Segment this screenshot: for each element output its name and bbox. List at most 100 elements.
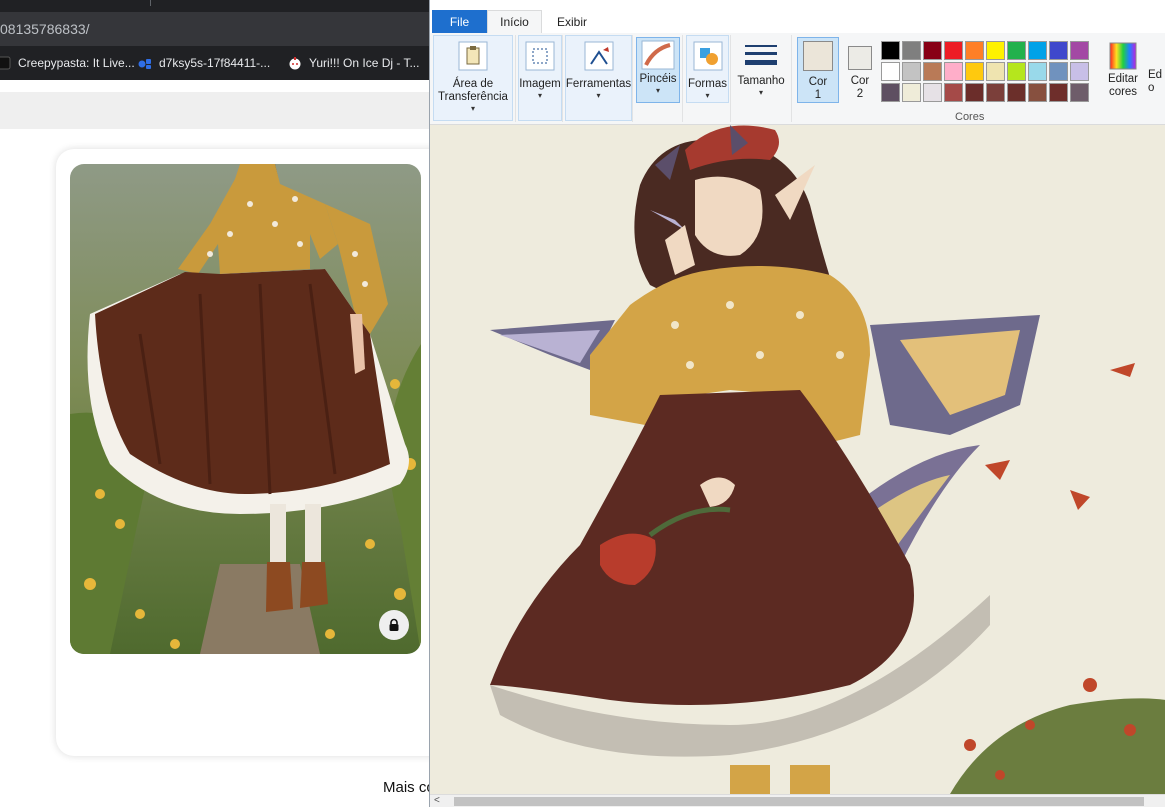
bookmark-favicon-icon [0, 56, 11, 70]
ribbon: Área de Transferência ▾ Imagem ▾ Ferrame… [430, 33, 1165, 125]
horizontal-scrollbar[interactable]: < [430, 794, 1165, 807]
bookmarks-bar: Creepypasta: It Live... d7ksy5s-17f84411… [0, 46, 430, 80]
canvas-drawing-dragon-girl [430, 125, 1165, 794]
clipboard-icon [458, 41, 488, 71]
colors-group-label: Cores [955, 111, 985, 123]
brush-icon [641, 40, 675, 70]
bookmark-d7ksy5s[interactable]: d7ksy5s-17f84411-... [138, 54, 270, 72]
edit-colors-button[interactable]: Editar cores [1100, 37, 1146, 103]
palette-swatch[interactable] [1028, 41, 1047, 60]
scrollbar-thumb[interactable] [454, 797, 1144, 806]
url-text[interactable]: 08135786833/ [0, 21, 90, 37]
shapes-button[interactable]: Formas ▾ [686, 35, 729, 103]
palette-swatch[interactable] [1049, 83, 1068, 102]
color2-swatch [848, 46, 872, 70]
palette-swatch[interactable] [1028, 62, 1047, 81]
tab-file[interactable]: File [432, 10, 487, 33]
tab-separator [150, 0, 151, 6]
color1-button[interactable]: Cor 1 [797, 37, 839, 103]
palette-swatch[interactable] [923, 83, 942, 102]
palette-swatch[interactable] [1070, 41, 1089, 60]
palette-swatch[interactable] [923, 41, 942, 60]
shapes-icon [693, 41, 722, 71]
palette-swatch[interactable] [881, 83, 900, 102]
address-bar[interactable]: 08135786833/ [0, 12, 430, 46]
palette-swatch[interactable] [965, 62, 984, 81]
palette-swatch[interactable] [1070, 83, 1089, 102]
palette-swatch[interactable] [1007, 83, 1026, 102]
tools-label: Ferramentas [565, 78, 632, 90]
color2-button[interactable]: Cor 2 [843, 37, 877, 103]
palette-swatch[interactable] [1007, 62, 1026, 81]
paint-window: File Início Exibir Área de Transferência… [429, 0, 1165, 807]
page-header-strip [0, 92, 430, 129]
clipboard-button[interactable]: Área de Transferência ▾ [433, 35, 513, 121]
size-button[interactable]: Tamanho ▾ [733, 35, 789, 103]
group-image: Imagem ▾ [518, 35, 563, 122]
paint-title-bar [430, 0, 1165, 8]
palette-swatch[interactable] [944, 62, 963, 81]
palette-swatch[interactable] [881, 62, 900, 81]
palette-swatch[interactable] [986, 83, 1005, 102]
clipboard-label: Área de Transferência [438, 78, 508, 103]
photo-woman-brown-skirt [70, 164, 421, 654]
group-clipboard: Área de Transferência ▾ [432, 35, 516, 122]
color1-label: Cor [808, 76, 828, 88]
tools-button[interactable]: Ferramentas ▾ [565, 35, 632, 121]
palette-swatch[interactable] [944, 41, 963, 60]
bookmark-label: Creepypasta: It Live... [18, 56, 135, 70]
chevron-down-icon: ▾ [705, 91, 710, 100]
palette-swatch[interactable] [986, 41, 1005, 60]
palette-swatch[interactable] [965, 83, 984, 102]
group-size: Tamanho ▾ [732, 35, 792, 122]
group-shapes: Formas ▾ [685, 35, 731, 122]
pin-photo[interactable] [70, 164, 421, 654]
palette-swatch[interactable] [902, 41, 921, 60]
color1-swatch [803, 41, 833, 71]
lock-button[interactable] [379, 610, 409, 640]
cutoff-label: Ed [1148, 69, 1163, 81]
browser-window: 08135786833/ Creepypasta: It Live... d7k… [0, 0, 476, 807]
tab-home[interactable]: Início [487, 10, 542, 33]
tools-icon [584, 41, 613, 71]
edit-with-paint3d-button-cutoff[interactable]: Ed o [1148, 69, 1165, 109]
chevron-down-icon: ▾ [470, 104, 475, 113]
color1-number: 1 [814, 89, 822, 101]
palette-swatch[interactable] [881, 41, 900, 60]
chevron-down-icon: ▾ [596, 91, 601, 100]
image-button[interactable]: Imagem ▾ [518, 35, 562, 121]
palette-swatch[interactable] [986, 62, 1005, 81]
chevron-down-icon: ▾ [758, 88, 763, 97]
palette-swatch[interactable] [1028, 83, 1047, 102]
brushes-button[interactable]: Pincéis ▾ [636, 37, 680, 103]
color2-number: 2 [856, 88, 864, 100]
palette-swatch[interactable] [965, 41, 984, 60]
rainbow-palette-icon [1109, 42, 1137, 70]
paint-canvas[interactable] [430, 125, 1165, 794]
bookmark-label: d7ksy5s-17f84411-... [159, 56, 271, 70]
bookmark-creepypasta[interactable]: Creepypasta: It Live... [0, 54, 135, 72]
bookmark-label: Yuri!!! On Ice Dj - T... [309, 56, 420, 70]
bookmark-yuri-on-ice[interactable]: Yuri!!! On Ice Dj - T... [288, 54, 419, 72]
lock-icon [389, 618, 399, 631]
scroll-left-icon[interactable]: < [434, 795, 440, 807]
palette-swatch[interactable] [902, 83, 921, 102]
palette-swatch[interactable] [902, 62, 921, 81]
size-label: Tamanho [737, 75, 785, 87]
edit-colors-label: Editar [1107, 73, 1139, 85]
cutoff-label-2: o [1148, 82, 1155, 94]
image-label: Imagem [519, 78, 561, 90]
palette-swatch[interactable] [944, 83, 963, 102]
tab-view[interactable]: Exibir [542, 10, 602, 33]
shapes-label: Formas [688, 78, 727, 90]
palette-swatch[interactable] [1007, 41, 1026, 60]
palette-swatch[interactable] [1049, 41, 1068, 60]
palette-swatch[interactable] [1070, 62, 1089, 81]
palette-swatch[interactable] [1049, 62, 1068, 81]
bookmark-favicon-icon [138, 59, 151, 69]
color2-label: Cor [850, 75, 870, 87]
browser-tab-strip [0, 0, 430, 12]
ribbon-tabs: File Início Exibir [430, 8, 1165, 33]
palette-swatch[interactable] [923, 62, 942, 81]
more-ideas-heading: Mais co [383, 779, 435, 796]
